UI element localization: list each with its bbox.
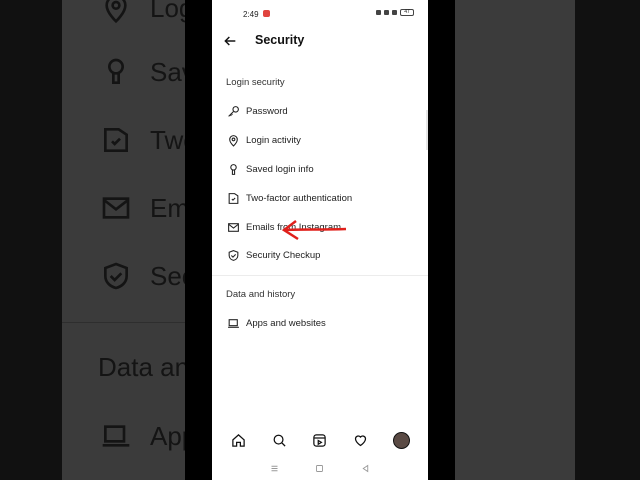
bg-item-email: Ema <box>100 192 185 224</box>
menu-icon[interactable] <box>269 462 281 474</box>
status-icons: 47 <box>376 9 414 16</box>
profile-avatar[interactable] <box>393 431 411 449</box>
bg-label: Two <box>150 124 185 155</box>
mail-icon <box>226 220 240 234</box>
location-pin-icon <box>226 133 240 147</box>
row-label: Login activity <box>246 134 301 146</box>
row-label: Saved login info <box>246 163 314 175</box>
page-title: Security <box>255 33 305 47</box>
header: Security <box>212 28 428 54</box>
laptop-icon <box>102 425 130 447</box>
heart-icon[interactable] <box>352 431 370 449</box>
row-label: Security Checkup <box>246 249 321 261</box>
row-two-factor-authentication[interactable]: Two-factor authentication <box>226 188 416 208</box>
alarm-icon <box>376 10 381 15</box>
annotation-arrow <box>282 220 347 241</box>
home-square-icon[interactable] <box>314 462 326 474</box>
bg-label: Saved <box>150 56 185 87</box>
back-arrow-icon[interactable] <box>222 33 238 49</box>
background-left: Login Saved Two Ema Secu Data and App <box>0 0 185 480</box>
bg-item-login: Login <box>100 0 185 24</box>
row-label: Password <box>246 105 288 117</box>
row-login-activity[interactable]: Login activity <box>226 130 416 150</box>
system-nav-bar <box>212 456 428 480</box>
bg-label: Ema <box>150 192 185 223</box>
status-bar: 2:49 47 <box>212 0 428 28</box>
avatar <box>393 431 411 449</box>
row-apps-and-websites[interactable]: Apps and websites <box>226 313 416 333</box>
mail-icon <box>102 197 130 219</box>
bg-item-apps: App <box>100 420 185 452</box>
signal-icon <box>384 10 389 15</box>
background-right <box>455 0 640 480</box>
key-icon <box>226 104 240 118</box>
shield-check-icon <box>226 248 240 262</box>
home-icon[interactable] <box>229 431 247 449</box>
wifi-icon <box>392 10 397 15</box>
bg-section-data: Data and <box>98 352 185 383</box>
bg-label: Login <box>150 0 185 23</box>
section-title-login-security: Login security <box>226 77 285 88</box>
keyhole-icon <box>108 58 124 84</box>
shield-check-icon <box>104 262 128 290</box>
scrollbar[interactable] <box>426 110 428 150</box>
row-security-checkup[interactable]: Security Checkup <box>226 245 416 265</box>
location-pin-icon <box>105 0 127 24</box>
reels-icon[interactable] <box>311 431 329 449</box>
status-time: 2:49 <box>243 10 259 19</box>
bottom-tab-bar <box>212 428 428 452</box>
row-label: Two-factor authentication <box>246 192 353 204</box>
bg-label: Secu <box>150 260 185 291</box>
section-divider <box>212 275 428 276</box>
bg-label: App <box>150 420 185 451</box>
section-title-data-history: Data and history <box>226 289 296 300</box>
bg-label: Data and <box>98 352 185 382</box>
bg-item-two: Two <box>100 124 185 156</box>
row-saved-login-info[interactable]: Saved login info <box>226 159 416 179</box>
notification-icon <box>263 10 270 17</box>
back-triangle-icon[interactable] <box>359 462 371 474</box>
shield-badge-icon <box>104 128 128 152</box>
laptop-icon <box>226 316 240 330</box>
phone-screen: 2:49 47 Security Login security Password… <box>212 0 428 480</box>
row-label: Apps and websites <box>246 317 326 329</box>
battery-icon: 47 <box>400 9 414 16</box>
row-password[interactable]: Password <box>226 101 416 121</box>
bg-item-security: Secu <box>100 260 185 292</box>
bg-item-saved: Saved <box>100 56 185 88</box>
keyhole-icon <box>226 162 240 176</box>
search-icon[interactable] <box>270 431 288 449</box>
shield-badge-icon <box>226 191 240 205</box>
